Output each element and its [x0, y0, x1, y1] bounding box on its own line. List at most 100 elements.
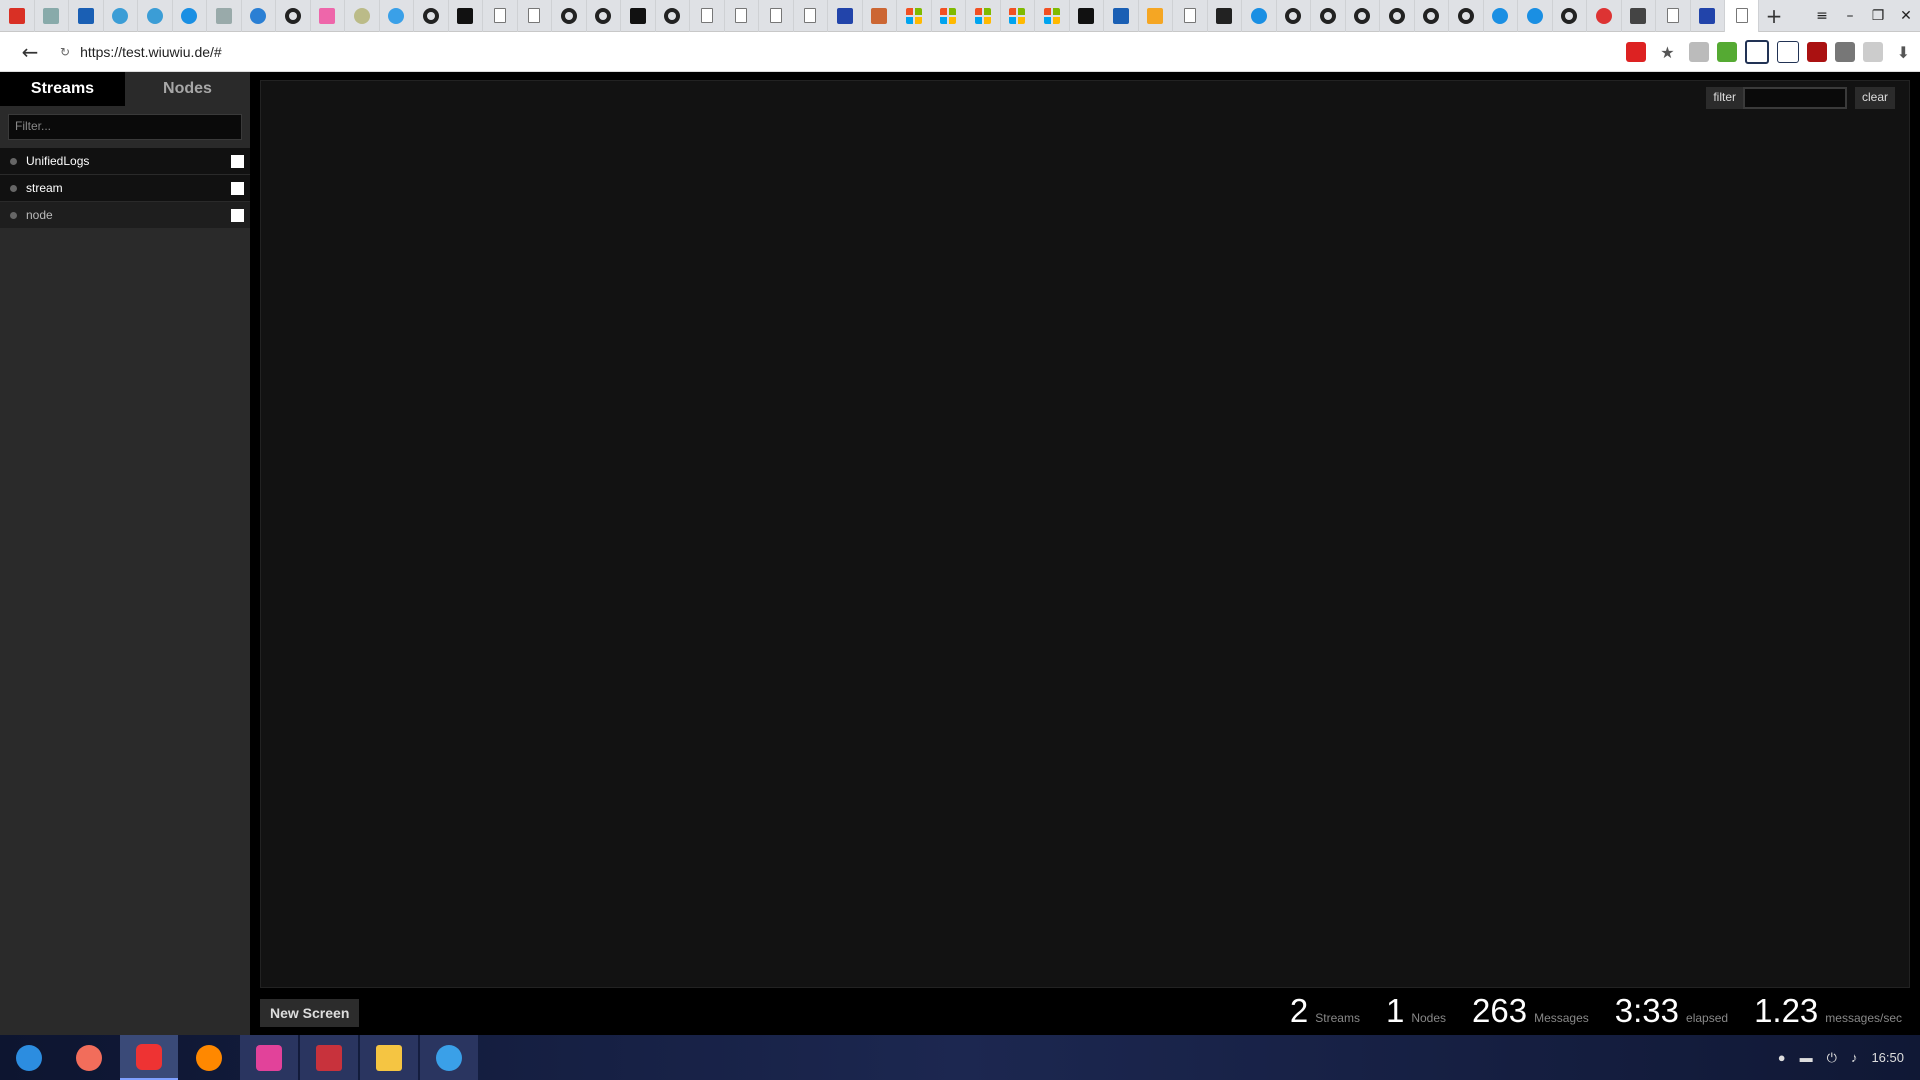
browser-tab[interactable] [449, 0, 483, 32]
browser-tab[interactable] [828, 0, 863, 32]
taskbar-app[interactable] [240, 1035, 298, 1080]
browser-tab[interactable] [1553, 0, 1587, 32]
reload-icon[interactable]: ↻ [60, 45, 70, 59]
list-item[interactable]: stream [0, 175, 250, 201]
ublock-extension-icon[interactable] [1806, 42, 1827, 62]
browser-tab[interactable] [1035, 0, 1070, 32]
restore-icon[interactable]: ❐ [1864, 8, 1892, 24]
cloud-extension-icon[interactable] [1688, 42, 1709, 62]
browser-tab[interactable] [587, 0, 621, 32]
browser-tab[interactable] [345, 0, 380, 32]
browser-tab[interactable] [35, 0, 69, 32]
clock[interactable]: 16:50 [1871, 1050, 1904, 1065]
browser-tab[interactable] [242, 0, 276, 32]
browser-tab[interactable] [725, 0, 759, 32]
browser-tab[interactable] [207, 0, 242, 32]
close-icon[interactable]: ✕ [1892, 8, 1920, 24]
leaf-extension-icon[interactable] [1716, 42, 1737, 62]
browser-tab[interactable] [794, 0, 828, 32]
taskbar-app[interactable] [300, 1035, 358, 1080]
taskbar-app[interactable] [180, 1035, 238, 1080]
browser-tab[interactable] [483, 0, 518, 32]
taskbar-app[interactable] [60, 1035, 118, 1080]
stream-checkbox[interactable] [231, 208, 244, 222]
browser-tab[interactable] [1484, 0, 1518, 32]
browser-tab[interactable] [690, 0, 725, 32]
new-tab-button[interactable]: + [1759, 0, 1789, 32]
block-extension-icon[interactable] [1744, 40, 1769, 64]
browser-tab[interactable] [1380, 0, 1415, 32]
browser-tab[interactable] [1311, 0, 1346, 32]
filter-input[interactable] [1742, 87, 1847, 109]
browser-tab[interactable] [759, 0, 794, 32]
browser-tab[interactable] [966, 0, 1001, 32]
browser-tab[interactable] [1346, 0, 1380, 32]
start-icon [16, 1044, 42, 1071]
browser-tab[interactable] [0, 0, 35, 32]
network-icon[interactable]: ● [1778, 1050, 1786, 1065]
browser-tab[interactable] [1691, 0, 1725, 32]
browser-tab[interactable] [1001, 0, 1035, 32]
browser-tab[interactable] [414, 0, 449, 32]
browser-tab[interactable] [1587, 0, 1622, 32]
list-item[interactable]: node [0, 202, 250, 228]
minimize-icon[interactable]: – [1836, 8, 1864, 24]
volume-icon[interactable]: ♪ [1851, 1050, 1858, 1065]
url-field[interactable]: https://test.wiuwiu.de/# [80, 44, 222, 60]
browser-tab[interactable] [104, 0, 138, 32]
browser-tab[interactable] [1139, 0, 1173, 32]
browser-tab[interactable] [897, 0, 932, 32]
magnifier-extension-icon[interactable] [1862, 42, 1883, 62]
stream-checkbox[interactable] [231, 181, 244, 195]
browser-tab[interactable] [1449, 0, 1484, 32]
github-icon [422, 7, 439, 24]
browser-tab[interactable] [1104, 0, 1139, 32]
browser-tab[interactable] [1725, 0, 1759, 32]
taskbar-app-active[interactable] [120, 1035, 178, 1080]
browser-tab[interactable] [276, 0, 311, 32]
browser-tab[interactable] [621, 0, 656, 32]
browser-tab[interactable] [518, 0, 552, 32]
browser-tab[interactable] [863, 0, 897, 32]
github-icon [664, 7, 681, 24]
browser-tab[interactable] [138, 0, 173, 32]
browser-tab[interactable] [656, 0, 690, 32]
browser-tab[interactable] [552, 0, 587, 32]
notification-icon[interactable]: ▬ [1800, 1050, 1813, 1065]
browser-tab[interactable] [1656, 0, 1691, 32]
shield-icon [1147, 7, 1164, 24]
pdf-extension-icon[interactable] [1626, 42, 1647, 62]
n-extension-icon[interactable] [1776, 41, 1799, 63]
start-button[interactable] [0, 1035, 58, 1080]
browser-tab[interactable] [1242, 0, 1277, 32]
log-screen[interactable]: filter clear [260, 80, 1910, 988]
browser-tab[interactable] [1622, 0, 1656, 32]
list-item[interactable]: UnifiedLogs [0, 148, 250, 174]
stat-unit: messages/sec [1825, 1011, 1902, 1025]
browser-tab[interactable] [311, 0, 345, 32]
browser-tab[interactable] [932, 0, 966, 32]
browser-tab[interactable] [1518, 0, 1553, 32]
tab-nodes[interactable]: Nodes [125, 72, 250, 106]
taskbar-app[interactable] [420, 1035, 478, 1080]
browser-tab[interactable] [1173, 0, 1208, 32]
browser-tab[interactable] [173, 0, 207, 32]
new-screen-button[interactable]: New Screen [260, 999, 360, 1027]
menu-icon[interactable]: ≡ [1808, 8, 1836, 24]
stream-filter-input[interactable]: Filter... [8, 114, 242, 140]
back-button[interactable]: ← [0, 40, 60, 64]
bookmark-star-icon[interactable]: ★ [1660, 43, 1674, 62]
globe-extension-icon[interactable] [1834, 42, 1855, 62]
browser-tab[interactable] [1070, 0, 1104, 32]
power-icon[interactable]: ⏻ [1827, 1050, 1837, 1066]
taskbar-app[interactable] [360, 1035, 418, 1080]
clear-button[interactable]: clear [1854, 87, 1895, 109]
download-icon[interactable]: ⬇ [1897, 43, 1910, 62]
browser-tab[interactable] [1277, 0, 1311, 32]
tab-streams[interactable]: Streams [0, 72, 125, 106]
stream-checkbox[interactable] [231, 154, 244, 168]
browser-tab[interactable] [1415, 0, 1449, 32]
browser-tab[interactable] [1208, 0, 1242, 32]
browser-tab[interactable] [69, 0, 104, 32]
browser-tab[interactable] [380, 0, 414, 32]
